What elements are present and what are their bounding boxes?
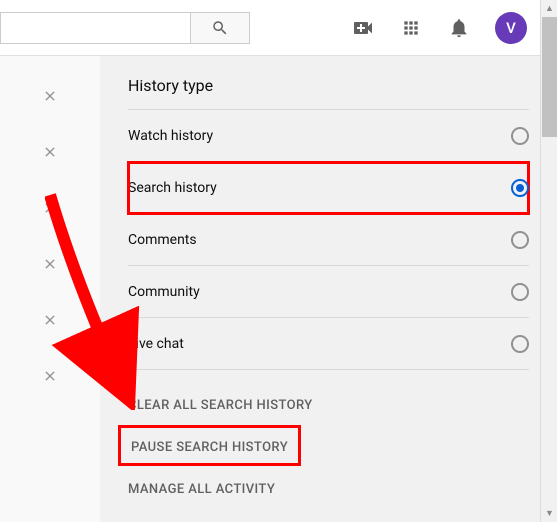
search-input[interactable] [0, 12, 190, 44]
radio-icon [511, 283, 529, 301]
history-items-column [0, 56, 100, 522]
radio-checked-icon [511, 179, 529, 197]
history-type-panel: History type Watch history Search histor… [100, 56, 557, 522]
clear-search-history-link[interactable]: CLEAR ALL SEARCH HISTORY [128, 386, 529, 425]
panel-title: History type [128, 76, 529, 95]
option-watch-history[interactable]: Watch history [128, 110, 529, 162]
close-icon [42, 200, 58, 216]
search-container [0, 12, 250, 44]
option-label: Search history [128, 180, 217, 196]
actions-block: CLEAR ALL SEARCH HISTORY PAUSE SEARCH HI… [128, 386, 529, 509]
annotation-highlight-pause: PAUSE SEARCH HISTORY [118, 425, 301, 466]
pause-search-history-link[interactable]: PAUSE SEARCH HISTORY [131, 440, 288, 455]
apps-button[interactable] [399, 16, 423, 40]
option-live-chat[interactable]: Live chat [128, 318, 529, 370]
remove-item-button[interactable] [40, 142, 60, 162]
scrollbar-thumb[interactable] [542, 17, 557, 137]
remove-item-button[interactable] [40, 310, 60, 330]
scrollbar[interactable]: ▲ ▼ [540, 0, 557, 522]
top-bar: V [0, 0, 557, 56]
create-video-button[interactable] [351, 16, 375, 40]
radio-icon [511, 127, 529, 145]
notifications-button[interactable] [447, 16, 471, 40]
option-community[interactable]: Community [128, 266, 529, 318]
remove-item-button[interactable] [40, 366, 60, 386]
scroll-down-icon: ▼ [541, 505, 557, 522]
close-icon [42, 368, 58, 384]
search-button[interactable] [190, 12, 250, 44]
option-comments[interactable]: Comments [128, 214, 529, 266]
remove-item-button[interactable] [40, 254, 60, 274]
avatar[interactable]: V [495, 12, 527, 44]
radio-icon [511, 231, 529, 249]
option-label: Watch history [128, 128, 213, 144]
option-label: Live chat [128, 336, 184, 352]
close-icon [42, 256, 58, 272]
manage-activity-link[interactable]: MANAGE ALL ACTIVITY [128, 470, 529, 509]
remove-item-button[interactable] [40, 86, 60, 106]
close-icon [42, 312, 58, 328]
option-search-history[interactable]: Search history [128, 162, 529, 214]
scroll-up-icon: ▲ [541, 0, 557, 17]
apps-grid-icon [401, 18, 421, 38]
top-icons: V [351, 12, 527, 44]
content-area: History type Watch history Search histor… [0, 56, 557, 522]
bell-icon [448, 17, 470, 39]
video-plus-icon [351, 16, 375, 40]
search-icon [211, 19, 229, 37]
option-label: Comments [128, 232, 197, 248]
close-icon [42, 144, 58, 160]
radio-icon [511, 335, 529, 353]
close-icon [42, 88, 58, 104]
remove-item-button[interactable] [40, 198, 60, 218]
option-label: Community [128, 284, 200, 300]
